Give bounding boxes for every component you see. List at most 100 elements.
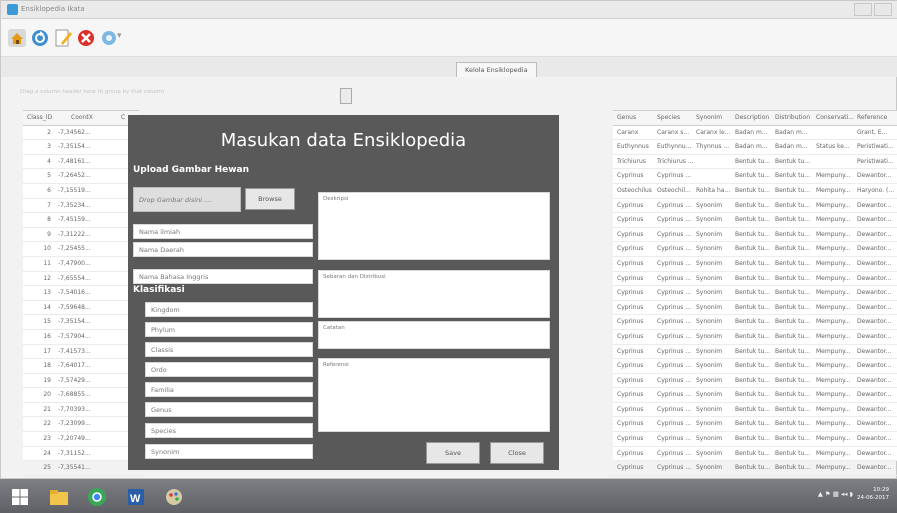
nama-inggris-field[interactable]: Nama Bahasa Inggris xyxy=(133,269,313,284)
table-cell[interactable]: Cyprinus ... xyxy=(657,435,694,442)
table-cell[interactable]: Bentuk tu... xyxy=(735,289,773,296)
table-cell[interactable]: Bentuk tu... xyxy=(775,464,814,471)
table-cell[interactable]: Mempuny... xyxy=(816,435,855,442)
table-cell[interactable]: Cyprinus xyxy=(617,406,655,413)
coordx-cell[interactable]: -7,48161... xyxy=(58,158,118,165)
coordx-cell[interactable]: -7,59648... xyxy=(58,304,118,311)
class-id-cell[interactable]: 16 xyxy=(27,333,51,340)
table-cell[interactable]: Bentuk tu... xyxy=(735,406,773,413)
table-cell[interactable]: Bentuk tu... xyxy=(735,377,773,384)
genus-field[interactable]: Genus xyxy=(145,402,313,417)
system-tray-icons[interactable]: ▲ ⚑ ▦ ◂◂ ◗ xyxy=(818,490,853,498)
table-cell[interactable]: Rohita ha... xyxy=(696,187,733,194)
table-cell[interactable]: Bentuk tu... xyxy=(775,377,814,384)
table-cell[interactable]: Bentuk tu... xyxy=(775,260,814,267)
table-cell[interactable]: Cyprinus ... xyxy=(657,318,694,325)
coordx-cell[interactable]: -7,26452... xyxy=(58,172,118,179)
table-cell[interactable]: Synonim xyxy=(696,362,733,369)
table-cell[interactable]: Bentuk tu... xyxy=(775,231,814,238)
table-row[interactable]: 2 -7,34562... xyxy=(23,126,139,141)
table-cell[interactable]: Badan m... xyxy=(775,143,814,150)
table-cell[interactable]: Cyprinus ... xyxy=(657,348,694,355)
table-cell[interactable]: Synonim xyxy=(696,202,733,209)
table-cell[interactable]: Bentuk tu... xyxy=(775,187,814,194)
table-cell[interactable]: Cyprinus xyxy=(617,333,655,340)
save-button[interactable]: Save xyxy=(426,442,480,464)
table-cell[interactable]: Cyprinus ... xyxy=(657,231,694,238)
coordx-cell[interactable]: -7,35154... xyxy=(58,143,118,150)
home-icon[interactable] xyxy=(6,27,28,49)
table-cell[interactable]: Synonim xyxy=(696,275,733,282)
chrome-icon[interactable] xyxy=(83,485,111,509)
coordx-cell[interactable]: -7,41573... xyxy=(58,348,118,355)
table-cell[interactable]: Mempuny... xyxy=(816,406,855,413)
table-cell[interactable]: Trichiurus ... xyxy=(657,158,694,165)
table-cell[interactable]: Synonim xyxy=(696,391,733,398)
table-row[interactable]: 21 -7,70393... xyxy=(23,403,139,418)
table-cell[interactable]: Bentuk tu... xyxy=(775,435,814,442)
table-cell[interactable]: Cyprinus xyxy=(617,377,655,384)
table-cell[interactable]: Cyprinus xyxy=(617,172,655,179)
table-cell[interactable]: Synonim xyxy=(696,318,733,325)
table-cell[interactable]: Mempuny... xyxy=(816,187,855,194)
table-row[interactable]: CyprinusCyprinus ...SynonimBentuk tu...B… xyxy=(613,213,897,228)
table-row[interactable]: CyprinusCyprinus ...SynonimBentuk tu...B… xyxy=(613,286,897,301)
column-header[interactable]: Reference xyxy=(857,114,897,121)
coordx-cell[interactable]: -7,25455... xyxy=(58,245,118,252)
coordx-cell[interactable]: -7,47900... xyxy=(58,260,118,267)
table-cell[interactable]: Cyprinus ... xyxy=(657,391,694,398)
coordx-cell[interactable]: -7,15519... xyxy=(58,187,118,194)
close-button[interactable]: Close xyxy=(490,442,544,464)
minimize-button[interactable] xyxy=(854,3,872,16)
coordx-cell[interactable]: -7,20749... xyxy=(58,435,118,442)
table-cell[interactable]: Mempuny... xyxy=(816,275,855,282)
coordx-cell[interactable]: -7,35234... xyxy=(58,202,118,209)
table-cell[interactable]: Synonim xyxy=(696,348,733,355)
table-cell[interactable]: Badan m... xyxy=(735,129,773,136)
table-cell[interactable]: Synonim xyxy=(696,216,733,223)
table-cell[interactable]: Cyprinus ... xyxy=(657,172,694,179)
coordx-cell[interactable]: -7,57429... xyxy=(58,377,118,384)
table-row[interactable]: 12 -7,65554... xyxy=(23,272,139,287)
table-cell[interactable]: Caranx s... xyxy=(657,129,694,136)
table-cell[interactable]: Cyprinus xyxy=(617,362,655,369)
table-cell[interactable]: Caranx le... xyxy=(696,129,733,136)
sebaran-textarea[interactable]: Sebaran dan Distribusi xyxy=(318,270,550,318)
table-cell[interactable]: Synonim xyxy=(696,245,733,252)
table-cell[interactable]: Synonim xyxy=(696,420,733,427)
delete-icon[interactable] xyxy=(75,27,97,49)
table-cell[interactable]: Bentuk tu... xyxy=(775,333,814,340)
table-cell[interactable]: Dewantor... xyxy=(857,289,897,296)
table-row[interactable]: 22 -7,23099... xyxy=(23,417,139,433)
table-cell[interactable]: Bentuk tu... xyxy=(735,450,773,457)
table-cell[interactable]: Cyprinus ... xyxy=(657,289,694,296)
table-row[interactable]: 18 -7,64017... xyxy=(23,359,139,374)
table-cell[interactable]: Euthynnus xyxy=(617,143,655,150)
table-cell[interactable]: Dewantor... xyxy=(857,391,897,398)
kingdom-field[interactable]: Kingdom xyxy=(145,302,313,317)
coordx-cell[interactable]: -7,34562... xyxy=(58,129,118,136)
table-cell[interactable]: Badan m... xyxy=(775,129,814,136)
table-cell[interactable]: Dewantor... xyxy=(857,216,897,223)
table-row[interactable]: 16 -7,57904... xyxy=(23,330,139,345)
class-id-cell[interactable]: 7 xyxy=(27,202,51,209)
table-row[interactable]: Cyprinus Cyprinus ... Bentuk tu... Bentuk t… xyxy=(613,169,897,184)
table-cell[interactable]: Bentuk tu... xyxy=(735,216,773,223)
class-id-cell[interactable]: 25 xyxy=(27,464,51,471)
table-cell[interactable]: Dewantor... xyxy=(857,304,897,311)
table-cell[interactable]: Bentuk tu... xyxy=(775,318,814,325)
class-id-cell[interactable]: 21 xyxy=(27,406,51,413)
table-cell[interactable]: Cyprinus ... xyxy=(657,275,694,282)
classis-field[interactable]: Classis xyxy=(145,342,313,357)
table-cell[interactable]: Dewantor... xyxy=(857,202,897,209)
table-cell[interactable]: Dewantor... xyxy=(857,450,897,457)
table-cell[interactable]: Mempuny... xyxy=(816,172,855,179)
table-cell[interactable]: Mempuny... xyxy=(816,318,855,325)
table-cell[interactable]: Synonim xyxy=(696,231,733,238)
table-cell[interactable]: Dewantor... xyxy=(857,420,897,427)
column-header[interactable]: Genus xyxy=(617,114,655,121)
class-id-cell[interactable]: 13 xyxy=(27,289,51,296)
table-cell[interactable]: Cyprinus xyxy=(617,420,655,427)
table-row[interactable]: 3 -7,35154... xyxy=(23,140,139,155)
class-id-cell[interactable]: 8 xyxy=(27,216,51,223)
